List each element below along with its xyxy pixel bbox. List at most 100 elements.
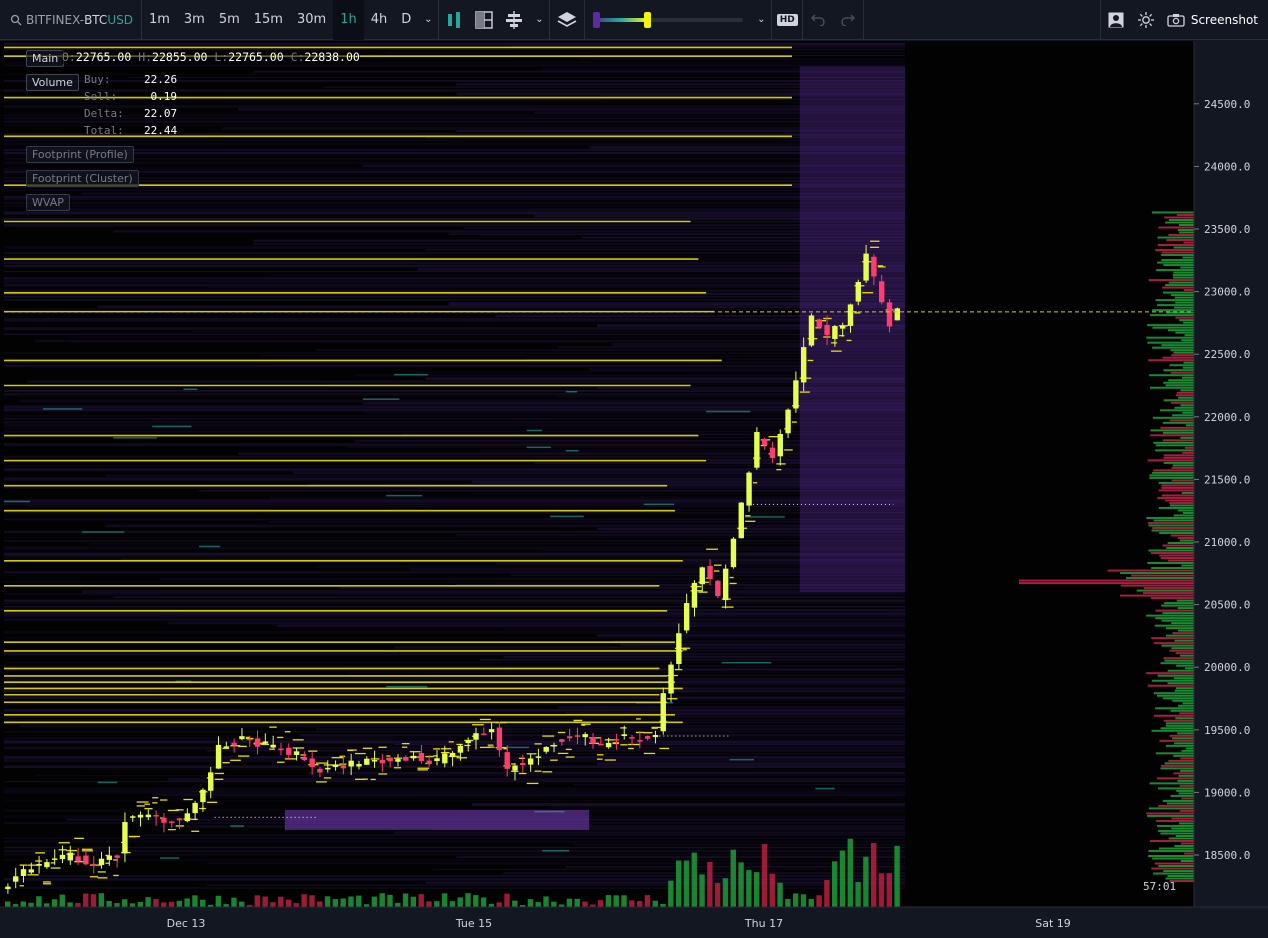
volume-profile-row [1155, 707, 1194, 710]
overlay-footprint-cluster-button[interactable]: Footprint (Cluster) [26, 170, 139, 187]
slider-max-handle[interactable] [644, 11, 652, 28]
heatmap-band [144, 834, 905, 837]
volume-bar [59, 894, 66, 907]
candle-body [465, 740, 471, 744]
interval-3m[interactable]: 3m [177, 0, 212, 40]
volume-profile-row [1168, 281, 1194, 284]
candle-body [676, 633, 682, 665]
volume-bar [465, 893, 471, 907]
overlay-vwap-button[interactable]: WVAP [26, 194, 70, 211]
volume-profile-row [1152, 309, 1194, 312]
volume-profile-row [1179, 654, 1194, 657]
redo-icon[interactable] [833, 0, 863, 40]
volume-profile-row [1163, 264, 1194, 267]
heatmap-range-slider[interactable] [593, 0, 744, 40]
chart-type-chevron-down-icon[interactable]: ⌄ [529, 0, 549, 40]
theme-sun-icon[interactable] [1131, 0, 1161, 40]
volume-bar [332, 899, 339, 907]
volume-profile-row [1162, 439, 1194, 442]
candle-body [364, 758, 370, 765]
candle-body [67, 852, 74, 861]
candle-body [863, 253, 869, 281]
volume-profile-row [1162, 544, 1194, 547]
candle-body [793, 380, 799, 409]
volume-profile-row [1169, 504, 1194, 507]
screenshot-label: Screenshot [1190, 12, 1258, 27]
heatmap-band [4, 277, 905, 280]
volume-profile-row [1176, 391, 1194, 394]
volume-profile-row [1174, 306, 1194, 309]
candle-body [192, 802, 198, 814]
volume-profile-row [1174, 639, 1194, 642]
heatmap-band [4, 840, 905, 843]
volume-profile-row [1170, 294, 1194, 297]
heatmap-band [4, 765, 905, 768]
volume-profile-row [1175, 331, 1194, 334]
price-chart[interactable]: 18500.0 19000.0 19500.0 20000.0 20500.0 21000… [0, 41, 1268, 938]
volume-bar [324, 896, 331, 907]
screenshot-button[interactable]: Screenshot [1161, 0, 1268, 40]
interval-1m[interactable]: 1m [142, 0, 177, 40]
volume-bar [730, 849, 736, 907]
volume-bar [707, 862, 713, 907]
legend-volume-button[interactable]: Volume [26, 74, 79, 91]
volume-profile-row [1179, 809, 1194, 812]
heatmap-band [4, 486, 905, 489]
volume-profile-row [1161, 644, 1194, 647]
volume-profile-row [1150, 597, 1194, 600]
volume-profile-row [1183, 321, 1194, 324]
interval-5m[interactable]: 5m [212, 0, 247, 40]
volume-bar [426, 901, 432, 907]
volume-bar [44, 903, 50, 907]
volume-profile-row [1176, 664, 1194, 667]
candle-body [403, 756, 409, 761]
heatmap-band [4, 223, 905, 227]
heatmap-band [191, 330, 905, 333]
layers-icon[interactable] [550, 0, 584, 40]
volume-profile-row [1167, 329, 1194, 332]
heatmap-band [4, 602, 905, 605]
interval-30m[interactable]: 30m [290, 0, 333, 40]
symbol-selector[interactable]: BITFINEX- BTC USD [0, 0, 141, 40]
heatmap-band [573, 784, 905, 786]
layout-icon[interactable] [469, 0, 499, 40]
interval-D[interactable]: D [394, 0, 418, 40]
volume-profile-row [1182, 511, 1194, 514]
volume-profile-row [1180, 757, 1194, 760]
volume-profile-row [1177, 607, 1194, 610]
heatmap-band [4, 652, 905, 656]
volume-profile-row [1148, 849, 1194, 852]
slider-chevron-down-icon[interactable]: ⌄ [751, 0, 771, 40]
volume-bar [184, 898, 190, 907]
interval-1h[interactable]: 1h [333, 0, 364, 40]
volume-profile-row [1163, 381, 1194, 384]
volume-profile-row [1151, 211, 1194, 214]
slider-min-handle[interactable] [593, 11, 601, 28]
heatmap-band [573, 843, 905, 846]
candle-body [457, 745, 464, 753]
candles-icon[interactable] [439, 0, 469, 40]
hd-toggle[interactable]: HD [772, 0, 802, 40]
candle-body [254, 738, 261, 747]
volume-profile-row [1148, 279, 1194, 282]
interval-4h[interactable]: 4h [364, 0, 395, 40]
overlay-footprint-profile-button[interactable]: Footprint (Profile) [26, 146, 134, 163]
volume-profile-row [1163, 719, 1194, 722]
volume-profile-row [1161, 344, 1194, 347]
candle-body [871, 256, 877, 277]
undo-icon[interactable] [803, 0, 833, 40]
volume-profile-row [1143, 587, 1194, 590]
heatmap-accent [362, 398, 400, 400]
legend-main-button[interactable]: Main [26, 50, 65, 67]
footprint-icon[interactable] [499, 0, 529, 40]
interval-15m[interactable]: 15m [247, 0, 290, 40]
interval-chevron-down-icon[interactable]: ⌄ [418, 0, 438, 40]
heatmap-band [4, 696, 905, 699]
candle-body [551, 744, 557, 747]
user-icon[interactable] [1101, 0, 1131, 40]
volume-profile-row [1175, 316, 1194, 319]
heatmap-band [503, 627, 905, 631]
volume-profile-row [1175, 301, 1194, 304]
volume-profile-row [1149, 474, 1194, 477]
candle-body [286, 747, 292, 755]
